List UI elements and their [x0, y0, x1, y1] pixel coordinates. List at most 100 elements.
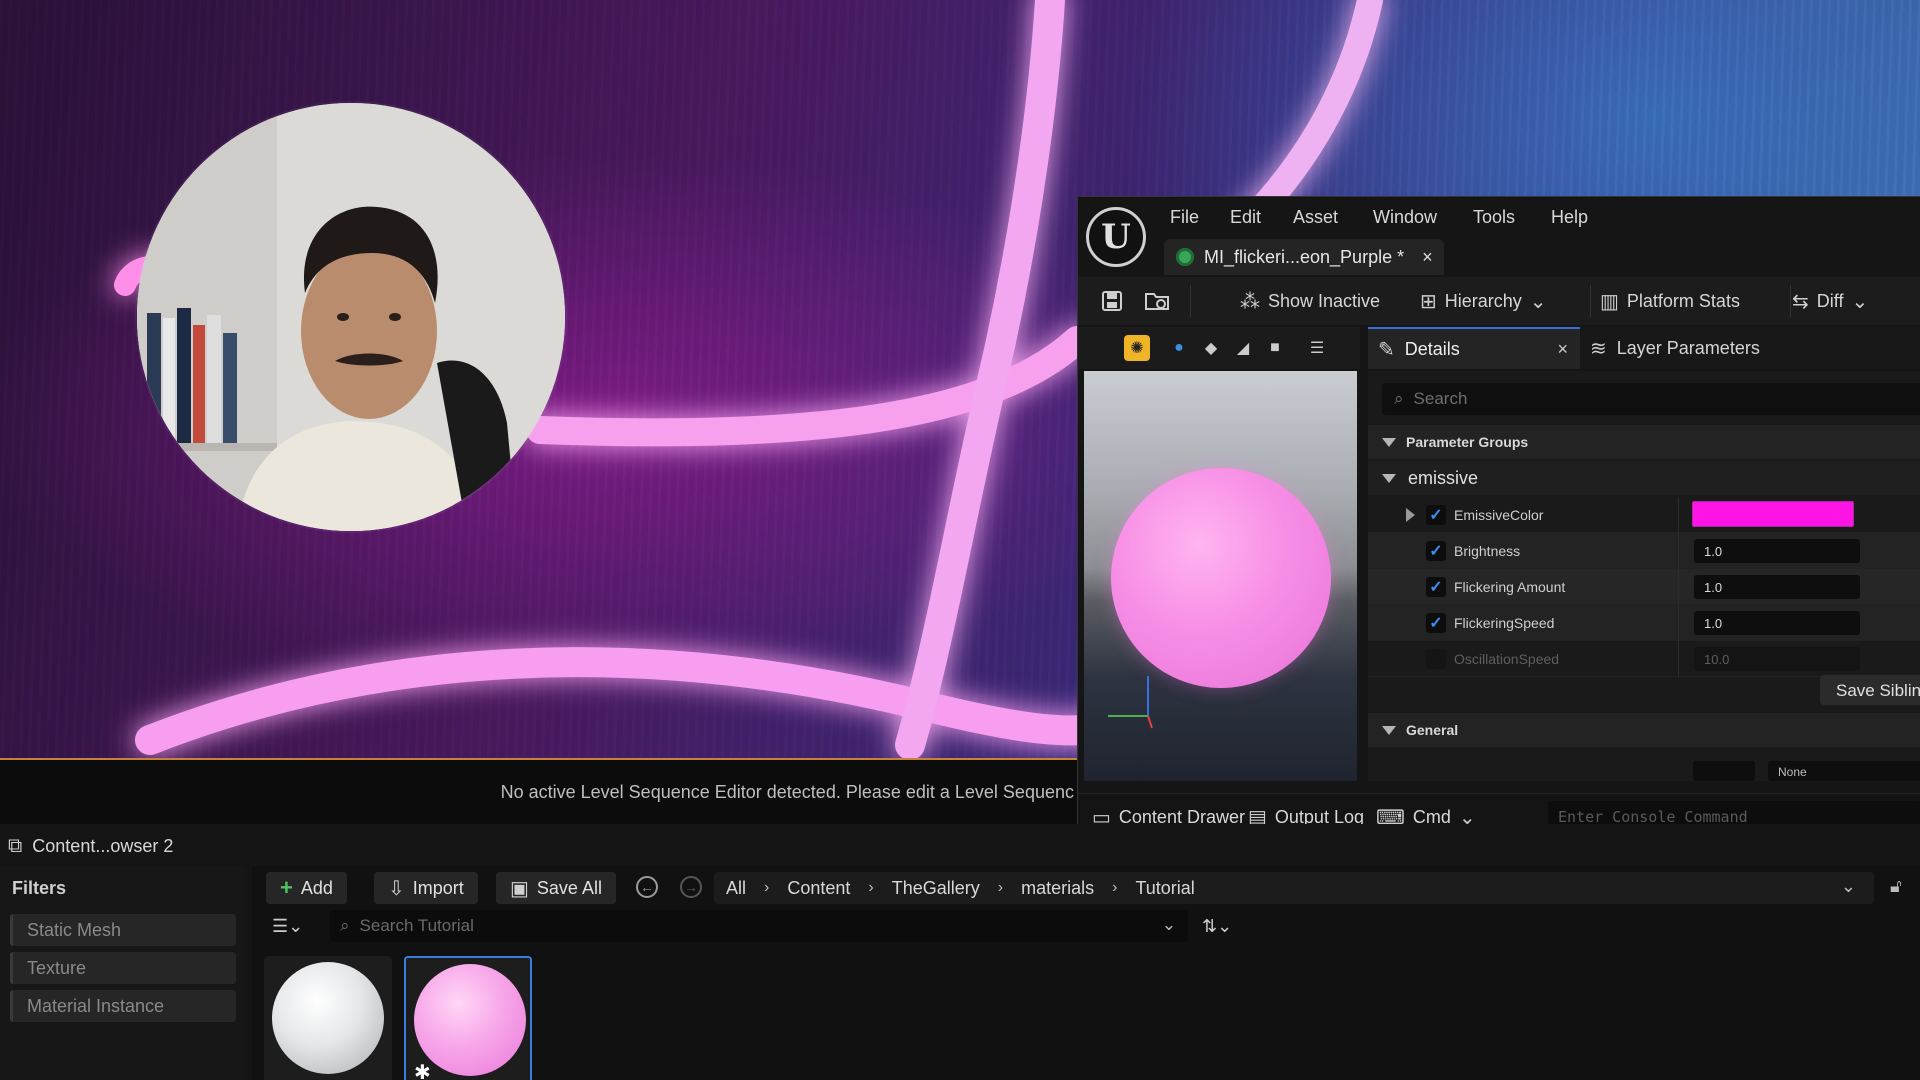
parameter-groups-header[interactable]: Parameter Groups: [1368, 425, 1920, 459]
chevron-right-icon[interactable]: ›: [998, 879, 1003, 897]
preview-toolbar: ✺ ● ◆ ◢ ■ ☰: [1078, 327, 1360, 369]
param-value-input[interactable]: 10.0: [1694, 647, 1860, 671]
tab-details[interactable]: ✎ Details ×: [1368, 327, 1580, 369]
param-name: FlickeringSpeed: [1454, 615, 1555, 631]
unreal-logo-icon[interactable]: U: [1086, 207, 1146, 267]
save-icon: ▣: [510, 877, 529, 900]
details-search-input[interactable]: ⌕ Search: [1382, 383, 1920, 415]
layer-tab-label: Layer Parameters: [1616, 337, 1760, 358]
param-name: EmissiveColor: [1454, 507, 1544, 523]
close-icon[interactable]: ×: [1557, 339, 1568, 360]
import-icon: ⇩: [388, 877, 405, 900]
param-enabled-checkbox[interactable]: ✓: [1426, 613, 1446, 633]
sphere-icon[interactable]: ●: [1166, 335, 1192, 361]
asset-tab-label: MI_flickeri...eon_Purple *: [1204, 246, 1405, 267]
back-arrow-icon[interactable]: ←: [636, 876, 658, 898]
menu-file[interactable]: File: [1170, 207, 1199, 228]
cube-icon[interactable]: ■: [1262, 335, 1288, 361]
chevron-right-icon[interactable]: ›: [868, 879, 873, 897]
menu-edit[interactable]: Edit: [1230, 207, 1261, 228]
axis-gizmo-icon: [1108, 676, 1153, 729]
general-field[interactable]: [1693, 761, 1755, 781]
platform-stats-button[interactable]: ▥ Platform Stats: [1600, 277, 1740, 325]
filter-static-mesh[interactable]: Static Mesh: [10, 914, 236, 946]
sequencer-message: No active Level Sequence Editor detected…: [500, 782, 1074, 802]
breadcrumb-thegallery[interactable]: TheGallery: [892, 878, 980, 899]
emissive-group-header[interactable]: emissive: [1368, 461, 1920, 495]
add-button[interactable]: + Add: [266, 872, 347, 904]
hierarchy-icon: ⊞: [1420, 290, 1437, 313]
lock-icon[interactable]: 🔓︎: [1890, 876, 1902, 897]
menu-tools[interactable]: Tools: [1473, 207, 1515, 228]
save-all-button[interactable]: ▣ Save All: [496, 872, 616, 904]
show-inactive-button[interactable]: ⁂ Show Inactive: [1240, 277, 1380, 325]
save-sibling-button[interactable]: Save Siblin: [1820, 675, 1920, 705]
hierarchy-button[interactable]: ⊞ Hierarchy ⌄: [1420, 277, 1547, 325]
menu-icon[interactable]: ☰: [1304, 335, 1330, 361]
param-enabled-checkbox[interactable]: ✓: [1426, 577, 1446, 597]
chevron-right-icon[interactable]: ›: [764, 879, 769, 897]
details-tab-label: Details: [1404, 338, 1460, 359]
material-preview-viewport[interactable]: [1084, 371, 1357, 781]
content-browser-main: + Add ⇩ Import ▣ Save All ← → All › Cont…: [252, 866, 1920, 1080]
chevron-down-icon[interactable]: ⌄: [1841, 876, 1856, 897]
content-search-placeholder: Search Tutorial: [359, 916, 474, 935]
content-browser-tab[interactable]: ⧉ Content...owser 2: [8, 830, 173, 862]
breadcrumb-all[interactable]: All: [726, 878, 746, 899]
param-enabled-checkbox[interactable]: ✓: [1426, 649, 1446, 669]
breadcrumb: All › Content › TheGallery › materials ›…: [714, 872, 1874, 904]
hierarchy-label: Hierarchy: [1444, 290, 1522, 311]
close-icon[interactable]: ×: [1422, 247, 1433, 268]
param-enabled-checkbox[interactable]: ✓: [1426, 505, 1446, 525]
realtime-icon[interactable]: ✺: [1124, 335, 1150, 361]
breadcrumb-materials[interactable]: materials: [1021, 878, 1094, 899]
param-value-input[interactable]: 1.0: [1694, 539, 1860, 563]
preview-sphere: [1111, 468, 1331, 688]
content-search-input[interactable]: ⌕ Search Tutorial ⌄: [330, 910, 1188, 942]
menu-asset[interactable]: Asset: [1293, 207, 1338, 228]
tab-layer-parameters[interactable]: ≋ Layer Parameters: [1590, 327, 1760, 369]
chevron-down-icon: ⌄: [1529, 290, 1547, 313]
presenter-webcam: [137, 103, 565, 531]
collapse-arrow-icon: [1382, 473, 1396, 483]
browse-button[interactable]: [1144, 277, 1170, 325]
asset-thumbnail[interactable]: [264, 956, 392, 1080]
param-name: Flickering Amount: [1454, 579, 1566, 595]
param-enabled-checkbox[interactable]: ✓: [1426, 541, 1446, 561]
logo-letter: U: [1101, 217, 1131, 257]
param-name: Brightness: [1454, 543, 1521, 559]
chevron-down-icon[interactable]: ⌄: [1162, 915, 1176, 935]
cylinder-icon[interactable]: ◆: [1198, 335, 1224, 361]
save-button[interactable]: [1100, 277, 1124, 325]
sort-icon[interactable]: ⇅⌄: [1202, 916, 1232, 937]
param-value-input[interactable]: 1.0: [1694, 575, 1860, 599]
collapse-arrow-icon: [1382, 437, 1396, 447]
general-dropdown[interactable]: None: [1768, 761, 1920, 781]
asset-tab[interactable]: MI_flickeri...eon_Purple * ×: [1164, 239, 1444, 275]
filter-texture[interactable]: Texture: [10, 952, 236, 984]
import-label: Import: [412, 877, 464, 898]
breadcrumb-tutorial[interactable]: Tutorial: [1135, 878, 1194, 899]
filter-material-instance[interactable]: Material Instance: [10, 990, 236, 1022]
search-icon: ⌕: [1394, 389, 1404, 408]
asset-thumbnail-selected[interactable]: ✱: [404, 956, 532, 1080]
breadcrumb-content[interactable]: Content: [787, 878, 850, 899]
import-button[interactable]: ⇩ Import: [374, 872, 478, 904]
expand-arrow-icon[interactable]: [1406, 508, 1415, 522]
unreal-editor-screen: No active Level Sequence Editor detected…: [0, 0, 1920, 1080]
menu-help[interactable]: Help: [1551, 207, 1588, 228]
emissive-color-swatch[interactable]: [1692, 501, 1854, 527]
chevron-right-icon[interactable]: ›: [1112, 879, 1117, 897]
filter-icon[interactable]: ☰⌄: [272, 916, 303, 937]
forward-arrow-icon[interactable]: →: [680, 876, 702, 898]
material-instance-icon: [1176, 248, 1194, 266]
plane-icon[interactable]: ◢: [1230, 335, 1256, 361]
save-icon: [1102, 291, 1122, 311]
general-header[interactable]: General: [1368, 713, 1920, 747]
menu-window[interactable]: Window: [1373, 207, 1437, 228]
diff-button[interactable]: ⇆ Diff ⌄: [1792, 277, 1868, 325]
chevron-down-icon: ⌄: [1851, 290, 1869, 313]
param-value-input[interactable]: 1.0: [1694, 611, 1860, 635]
material-ball: [414, 964, 526, 1076]
browse-icon: [1145, 293, 1169, 310]
